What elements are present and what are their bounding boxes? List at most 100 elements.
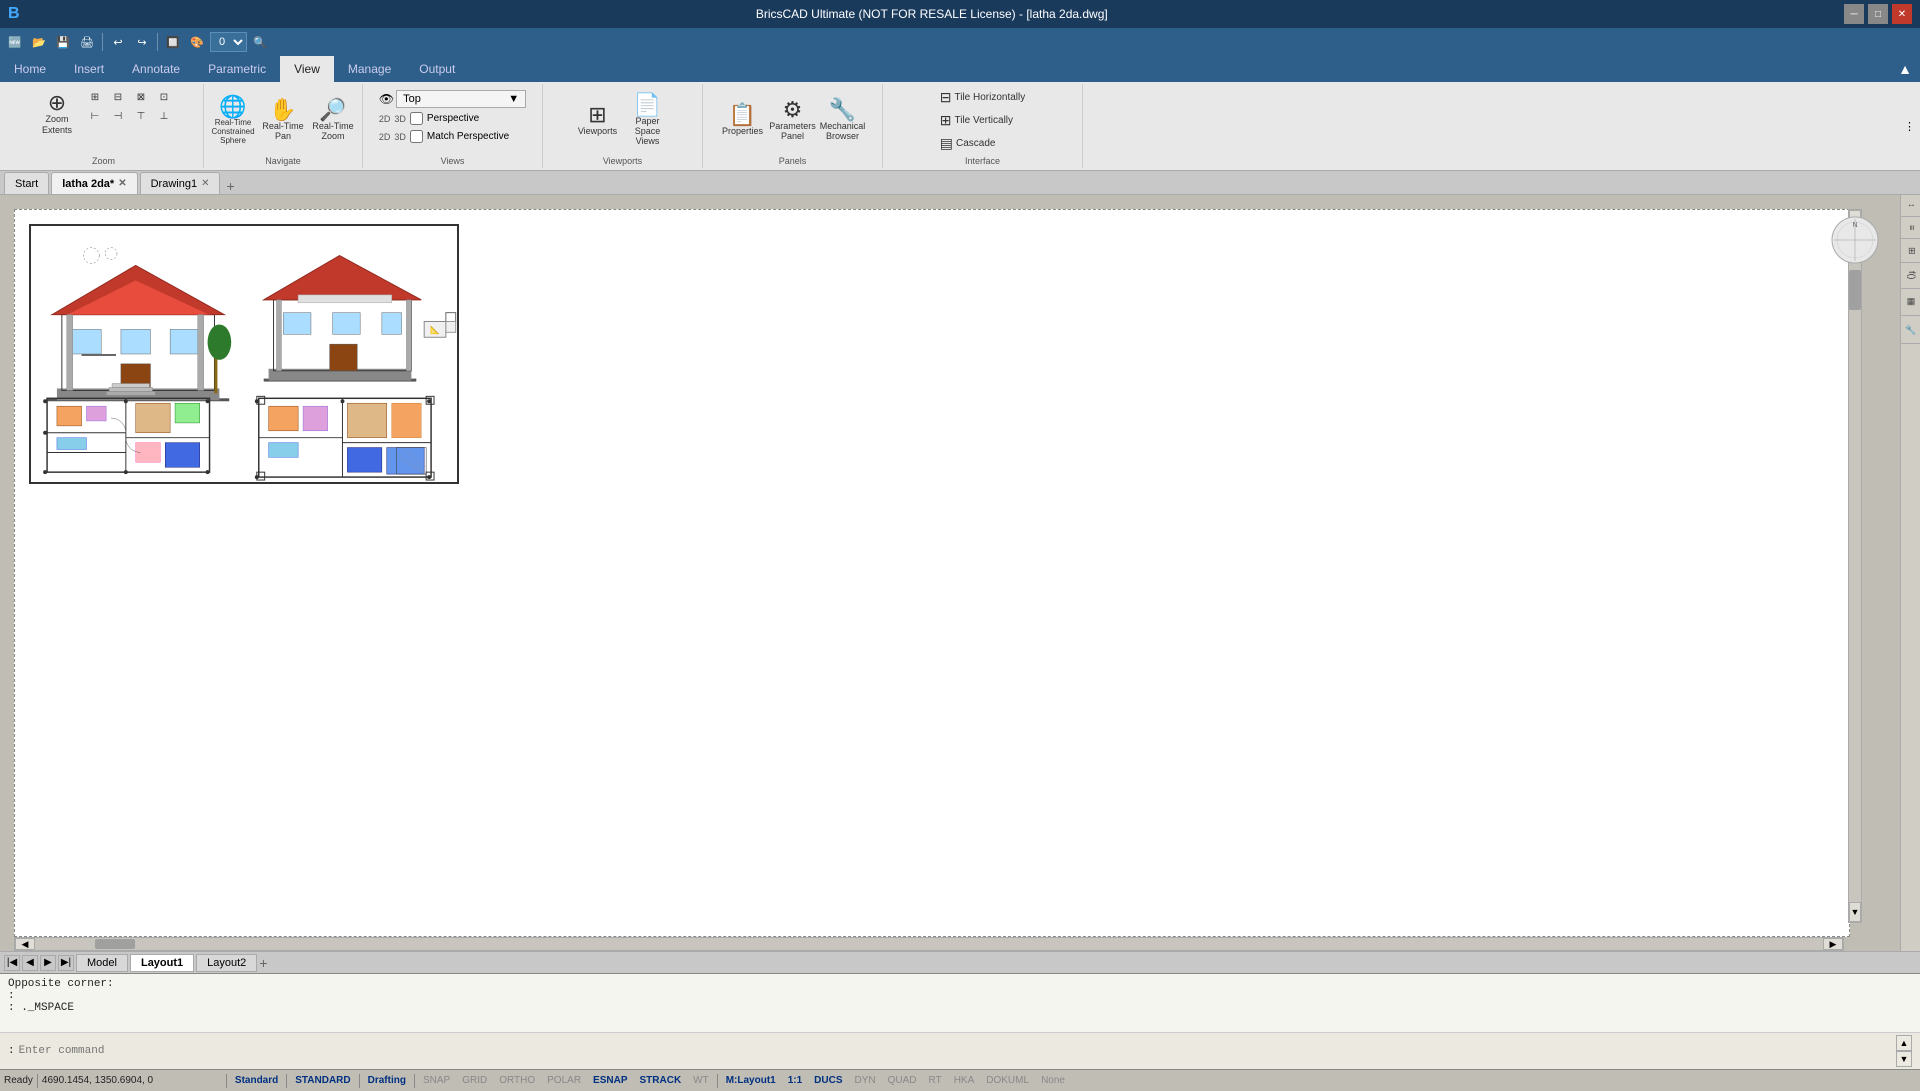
zoom-group: ⊕ ZoomExtents ⊞ ⊟ ⊠ ⊡ ⊢ ⊣ ⊤ ⊥ — [4, 84, 204, 168]
open-file-button[interactable]: 📂 — [28, 31, 50, 53]
tab-insert[interactable]: Insert — [60, 56, 118, 82]
cmd-scroll-up[interactable]: ▲ — [1896, 1035, 1912, 1051]
layout-nav-next[interactable]: ▶ — [40, 955, 56, 971]
views-dropdown[interactable]: Top ▼ — [396, 90, 526, 108]
navigate-group: 🌐 Real-TimeConstrained Sphere ✋ Real-Tim… — [204, 84, 363, 168]
status-mlayout[interactable]: M:Layout1 — [722, 1070, 780, 1091]
status-esnap[interactable]: ESNAP — [589, 1070, 631, 1091]
status-strack[interactable]: STRACK — [636, 1070, 686, 1091]
viewport-box[interactable]: 📐 — [29, 224, 459, 484]
right-panel-formulas[interactable]: f() — [1901, 263, 1920, 289]
status-dokuml[interactable]: DOKUML — [982, 1070, 1033, 1091]
print-button[interactable]: 🖨 — [76, 31, 98, 53]
status-polar[interactable]: POLAR — [543, 1070, 585, 1091]
status-grid[interactable]: GRID — [458, 1070, 491, 1091]
scroll-right-button[interactable]: ▶ — [1823, 938, 1843, 950]
command-input[interactable] — [19, 1045, 1896, 1057]
right-panel-properties[interactable]: ↕ — [1901, 195, 1920, 217]
status-snap[interactable]: SNAP — [419, 1070, 454, 1091]
status-hka[interactable]: HKA — [950, 1070, 979, 1091]
tile-horizontally-button[interactable]: ⊟ Tile Horizontally — [936, 87, 1030, 108]
properties-panel-button[interactable]: 📋 Properties — [720, 92, 766, 148]
right-panel-layers[interactable]: ≡ — [1901, 217, 1920, 239]
zoom-in-btn[interactable]: ⊞ — [84, 88, 106, 106]
horizontal-scrollbar[interactable]: ◀ ▶ — [14, 937, 1844, 951]
status-quad[interactable]: QUAD — [884, 1070, 921, 1091]
realtime-zoom-button[interactable]: 🔎 Real-TimeZoom — [310, 92, 356, 148]
close-button[interactable]: ✕ — [1892, 4, 1912, 24]
scroll-thumb-h[interactable] — [95, 939, 135, 949]
add-layout-button[interactable]: + — [259, 955, 267, 971]
zoom-5-btn[interactable]: ⊢ — [84, 107, 106, 125]
right-panel-grid[interactable]: ▦ — [1901, 289, 1920, 316]
layout-nav-prev[interactable]: ◀ — [22, 955, 38, 971]
minimize-button[interactable]: ─ — [1844, 4, 1864, 24]
layout-nav-last[interactable]: ▶| — [58, 955, 74, 971]
snap-toggle[interactable]: 🔲 — [162, 31, 184, 53]
tab-parametric[interactable]: Parametric — [194, 56, 280, 82]
ribbon-collapse-button[interactable]: ▲ — [1890, 56, 1920, 82]
tab-manage[interactable]: Manage — [334, 56, 405, 82]
zoom-extents-button[interactable]: ⊕ ZoomExtents — [32, 86, 82, 142]
status-scale[interactable]: 1:1 — [784, 1070, 806, 1091]
right-panel-mechanical[interactable]: 🔧 — [1901, 316, 1920, 344]
zoom-8-btn[interactable]: ⊥ — [153, 107, 175, 125]
zoom-6-btn[interactable]: ⊣ — [107, 107, 129, 125]
close-latha2da-icon[interactable]: ✕ — [118, 178, 126, 189]
tab-view[interactable]: View — [280, 56, 334, 82]
status-coords[interactable]: 4690.1454, 1350.6904, 0 — [42, 1075, 222, 1086]
redo-button[interactable]: ↪ — [131, 31, 153, 53]
tab-annotate[interactable]: Annotate — [118, 56, 194, 82]
zoom-win-btn[interactable]: ⊡ — [153, 88, 175, 106]
close-drawing1-icon[interactable]: ✕ — [201, 178, 209, 189]
zoom-all-btn[interactable]: ⊠ — [130, 88, 152, 106]
constrained-sphere-button[interactable]: 🌐 Real-TimeConstrained Sphere — [210, 92, 256, 148]
perspective-checkbox[interactable] — [410, 112, 423, 125]
mechanical-browser-button[interactable]: 🔧 MechanicalBrowser — [820, 92, 866, 148]
status-none[interactable]: None — [1037, 1070, 1069, 1091]
tile-vertically-button[interactable]: ⊞ Tile Vertically — [936, 110, 1017, 131]
match-perspective-checkbox[interactable] — [410, 130, 423, 143]
realtime-pan-button[interactable]: ✋ Real-TimePan — [260, 92, 306, 148]
status-ortho[interactable]: ORTHO — [495, 1070, 539, 1091]
viewports-button[interactable]: ⊞ Viewports — [575, 92, 621, 148]
status-standard[interactable]: Standard — [231, 1070, 282, 1091]
command-line-2: : — [8, 990, 1912, 1002]
right-panel-blocks[interactable]: ⊞ — [1901, 239, 1920, 264]
status-ducs[interactable]: DUCS — [810, 1070, 846, 1091]
layout-tab-layout1[interactable]: Layout1 — [130, 954, 194, 972]
tab-latha2da[interactable]: latha 2da* ✕ — [51, 172, 137, 194]
maximize-button[interactable]: □ — [1868, 4, 1888, 24]
cmd-scroll-down[interactable]: ▼ — [1896, 1051, 1912, 1067]
new-file-button[interactable]: 🆕 — [4, 31, 26, 53]
tab-output[interactable]: Output — [405, 56, 469, 82]
scroll-thumb-v[interactable] — [1849, 270, 1861, 310]
vertical-scrollbar[interactable]: ▲ ▼ — [1848, 209, 1862, 923]
color-picker[interactable]: 🎨 — [186, 31, 208, 53]
parameters-panel-button[interactable]: ⚙ ParametersPanel — [770, 92, 816, 148]
status-dyn[interactable]: DYN — [851, 1070, 880, 1091]
layout-nav-first[interactable]: |◀ — [4, 955, 20, 971]
status-wt[interactable]: WT — [689, 1070, 713, 1091]
scroll-down-button[interactable]: ▼ — [1849, 902, 1861, 922]
cascade-button[interactable]: ▤ Cascade — [936, 133, 1000, 154]
status-standard2[interactable]: STANDARD — [291, 1070, 354, 1091]
ribbon-right-collapse[interactable]: ⋮ — [1904, 84, 1916, 168]
command-search[interactable]: 🔍 — [249, 31, 271, 53]
layout-tab-layout2[interactable]: Layout2 — [196, 954, 257, 972]
paper-space-views-button[interactable]: 📄 Paper SpaceViews — [625, 92, 671, 148]
layer-dropdown[interactable]: 0 — [210, 32, 247, 52]
zoom-out-btn[interactable]: ⊟ — [107, 88, 129, 106]
undo-button[interactable]: ↩ — [107, 31, 129, 53]
tab-drawing1[interactable]: Drawing1 ✕ — [140, 172, 221, 194]
status-rt[interactable]: RT — [925, 1070, 946, 1091]
tab-home[interactable]: Home — [0, 56, 60, 82]
status-drafting[interactable]: Drafting — [364, 1070, 410, 1091]
zoom-7-btn[interactable]: ⊤ — [130, 107, 152, 125]
tab-start[interactable]: Start — [4, 172, 49, 194]
layout-tab-model[interactable]: Model — [76, 954, 128, 972]
new-tab-button[interactable]: + — [222, 178, 238, 194]
save-button[interactable]: 💾 — [52, 31, 74, 53]
canvas-area[interactable]: 📐 ▲ ▼ ◀ ▶ N — [0, 195, 1900, 951]
scroll-left-button[interactable]: ◀ — [15, 938, 35, 950]
